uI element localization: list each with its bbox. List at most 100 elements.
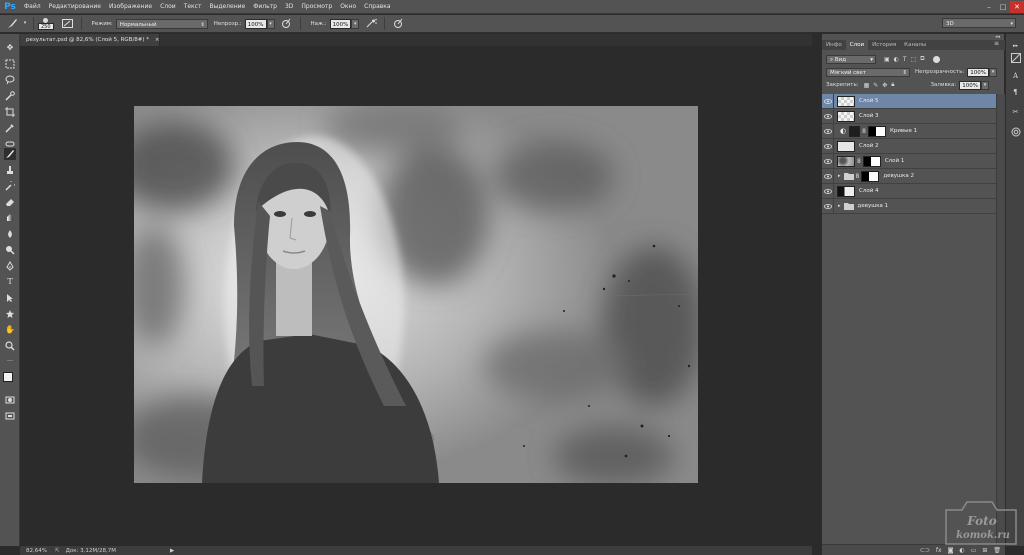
layer-style-icon[interactable]: fx — [936, 547, 942, 554]
collapse-icon[interactable]: ▸▸ — [1010, 40, 1021, 51]
layer-row[interactable]: ◐ 8 Кривые 1 — [822, 123, 996, 139]
panel-tab[interactable]: Слои — [845, 40, 869, 50]
quick-mask-icon[interactable] — [4, 394, 16, 406]
eye-icon[interactable] — [822, 108, 834, 124]
flow-dropdown[interactable]: ▾ — [351, 18, 360, 29]
zoom-level[interactable]: 82,64% — [26, 548, 47, 554]
dodge-tool-icon[interactable] — [4, 244, 16, 256]
mode-select[interactable]: Нормальный ⇕ — [115, 18, 208, 29]
lock-all-icon[interactable]: 🔒︎ — [891, 81, 894, 89]
eye-icon[interactable] — [822, 138, 834, 154]
panel-menu-icon[interactable]: ≡ — [994, 40, 999, 47]
menu-item[interactable]: Файл — [20, 0, 45, 14]
mask-link-icon[interactable]: 8 — [862, 128, 866, 135]
eye-icon[interactable] — [822, 123, 834, 139]
foreground-color-swatch[interactable] — [3, 372, 13, 382]
menu-item[interactable]: Слои — [156, 0, 180, 14]
layer-row[interactable]: Слой 5 — [822, 93, 996, 109]
eye-icon[interactable] — [822, 153, 834, 169]
filter-pixel-icon[interactable]: ▣ — [884, 56, 890, 63]
filter-toggle-icon[interactable] — [932, 55, 940, 63]
layer-row[interactable]: Слой 3 — [822, 108, 996, 124]
zoom-tool-icon[interactable] — [4, 340, 16, 352]
maximize-icon[interactable]: □ — [996, 1, 1010, 13]
status-menu-arrow[interactable]: ▶ — [170, 548, 174, 554]
chevron-down-icon[interactable]: ▾ — [21, 19, 29, 29]
filter-type-icon[interactable]: T — [903, 56, 907, 63]
menu-item[interactable]: Изображение — [105, 0, 156, 14]
expand-arrow-icon[interactable]: ▸ — [838, 203, 841, 209]
pressure-size-icon[interactable] — [392, 18, 404, 30]
opacity-slider-toggle[interactable]: ▾ — [989, 67, 998, 77]
pen-tool-icon[interactable] — [4, 260, 16, 272]
panel-tab[interactable]: Каналы — [900, 40, 930, 50]
menu-item[interactable]: Просмотр — [297, 0, 336, 14]
menu-item[interactable]: Окно — [336, 0, 360, 14]
fill-input[interactable]: 100% — [959, 80, 982, 90]
crop-tool-icon[interactable] — [4, 106, 16, 118]
path-select-tool-icon[interactable] — [4, 292, 16, 304]
close-icon[interactable]: ✕ — [1010, 1, 1024, 13]
filter-smart-icon[interactable]: ⧉ — [920, 55, 924, 63]
fill-slider-toggle[interactable]: ▾ — [981, 80, 990, 90]
menu-item[interactable]: Выделение — [205, 0, 249, 14]
eraser-tool-icon[interactable] — [4, 196, 16, 208]
close-tab-icon[interactable]: × — [155, 37, 160, 43]
hand-tool-icon[interactable]: ✋ — [4, 324, 16, 336]
lasso-tool-icon[interactable] — [4, 74, 16, 86]
brush-size-picker[interactable]: 250 — [38, 17, 54, 30]
layer-row[interactable]: ▸ девушка 1 — [822, 198, 996, 214]
shape-tool-icon[interactable] — [4, 308, 16, 320]
brush-tool-icon[interactable] — [4, 148, 16, 160]
airbrush-icon[interactable] — [365, 18, 377, 30]
more-tools-icon[interactable]: … — [4, 354, 16, 366]
layer-row[interactable]: Слой 4 — [822, 183, 996, 199]
brush-panel-icon[interactable] — [62, 18, 74, 30]
gradient-tool-icon[interactable] — [4, 212, 16, 224]
layer-row[interactable]: Слой 2 — [822, 138, 996, 154]
screen-mode-icon[interactable] — [4, 410, 16, 422]
brush-preset-icon[interactable] — [6, 18, 18, 30]
mask-link-icon[interactable]: 8 — [856, 173, 860, 180]
type-tool-icon[interactable]: T — [4, 276, 16, 288]
lock-position-icon[interactable]: ✥ — [882, 82, 887, 89]
opacity-dropdown[interactable]: ▾ — [266, 18, 275, 29]
character-panel-icon[interactable]: A — [1010, 70, 1021, 81]
document-canvas[interactable] — [134, 106, 698, 483]
expand-arrow-icon[interactable]: ▸ — [838, 173, 841, 179]
panel-tab[interactable]: Инфо — [822, 40, 846, 50]
layer-mask-thumbnail[interactable] — [861, 170, 880, 182]
document-tab[interactable]: результат.psd @ 82,6% (Слой 5, RGB/8#) *… — [20, 34, 160, 46]
lock-transparent-icon[interactable]: ▦ — [864, 82, 870, 89]
opacity-input[interactable]: 100% — [967, 67, 990, 77]
link-layers-icon[interactable]: ⊂⊃ — [920, 547, 930, 554]
layers-scrollbar[interactable] — [996, 94, 1005, 544]
layer-row[interactable]: ▸ 8 девушка 2 — [822, 168, 996, 184]
eye-icon[interactable] — [822, 183, 834, 199]
flow-input[interactable]: 100% — [329, 18, 352, 29]
menu-item[interactable]: Справка — [360, 0, 394, 14]
layer-mask-thumbnail[interactable] — [862, 155, 881, 167]
menu-item[interactable]: 3D — [281, 0, 297, 14]
blur-tool-icon[interactable] — [4, 228, 16, 240]
eye-icon[interactable] — [822, 93, 834, 109]
paragraph-panel-icon[interactable]: ¶ — [1010, 86, 1021, 97]
history-brush-tool-icon[interactable] — [4, 180, 16, 192]
quick-select-tool-icon[interactable] — [4, 90, 16, 102]
marquee-tool-icon[interactable] — [4, 58, 16, 70]
filter-adjustment-icon[interactable]: ◐ — [894, 56, 899, 63]
eye-icon[interactable] — [822, 168, 834, 184]
eye-icon[interactable] — [822, 198, 834, 214]
mask-link-icon[interactable]: 8 — [857, 158, 861, 165]
workspace-select[interactable]: 3D ▾ — [942, 18, 1016, 28]
blend-mode-select[interactable]: Мягкий свет ⇕ — [826, 67, 910, 77]
filter-shape-icon[interactable]: ⬚ — [911, 56, 917, 63]
panel-tab[interactable]: История — [868, 40, 900, 50]
lock-image-icon[interactable]: ✎ — [873, 82, 878, 89]
menu-item[interactable]: Фильтр — [249, 0, 281, 14]
tool-presets-icon[interactable]: ✂ — [1010, 106, 1021, 117]
clone-source-icon[interactable] — [1010, 126, 1021, 137]
eyedropper-tool-icon[interactable] — [4, 122, 16, 134]
minimize-icon[interactable]: – — [982, 1, 996, 13]
export-icon[interactable]: ⇱ — [55, 548, 60, 554]
